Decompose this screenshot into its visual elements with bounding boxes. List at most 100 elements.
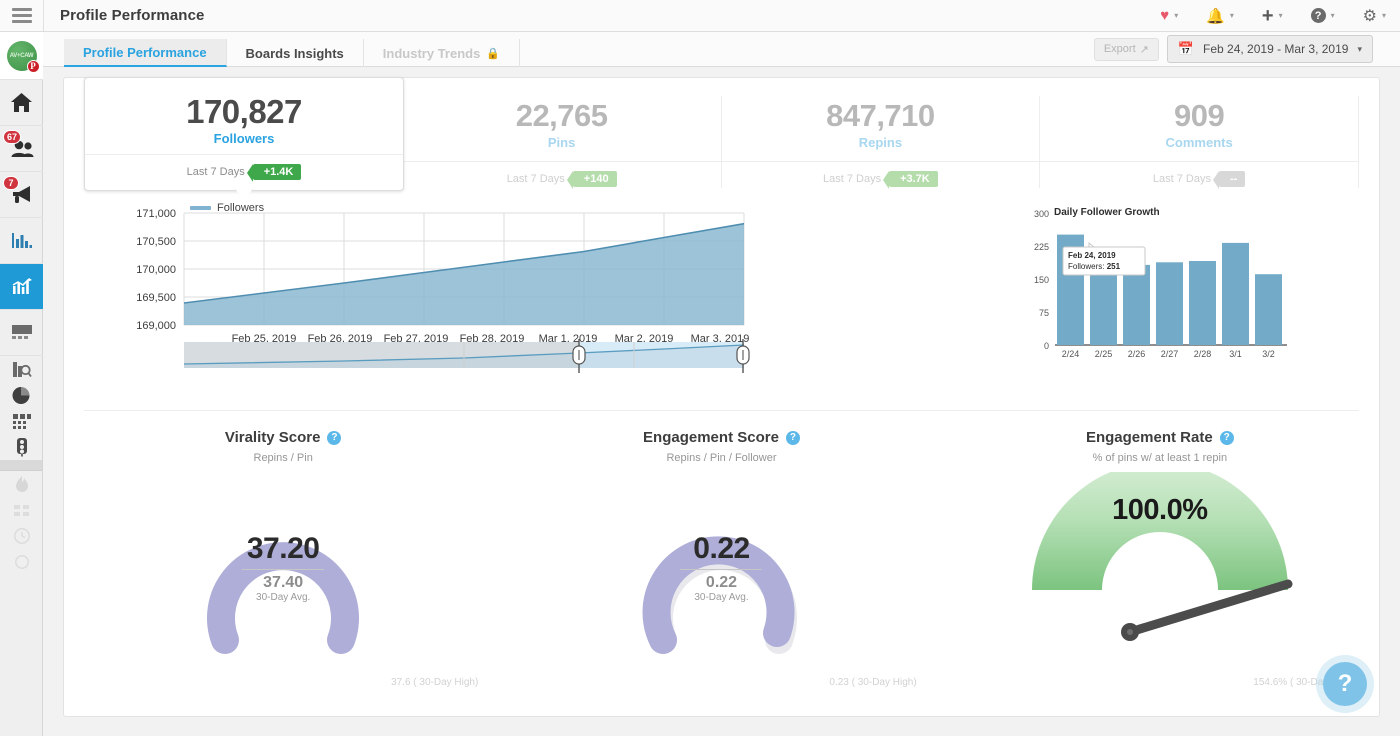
sidebar-divider xyxy=(0,460,42,471)
date-range-label: Feb 24, 2019 - Mar 3, 2019 xyxy=(1203,42,1349,56)
sidebar-item-compare[interactable] xyxy=(0,497,43,523)
page-title: Profile Performance xyxy=(60,7,205,24)
sidebar-item-history[interactable] xyxy=(0,523,43,549)
kpi-value: 170,827 xyxy=(186,93,302,130)
kpi-label: Pins xyxy=(547,135,576,150)
settings-button[interactable]: ⚙ ▾ xyxy=(1349,0,1400,31)
help-button[interactable]: ? ▾ xyxy=(1297,0,1349,31)
circle-icon xyxy=(14,555,29,569)
sidebar-item-promote[interactable]: 7 xyxy=(0,172,43,218)
kpi-card-pins[interactable]: 22,765 Pins Last 7 Days +140 xyxy=(402,96,722,189)
y-tick-label: 150 xyxy=(1034,275,1049,285)
sidebar-item-trending[interactable] xyxy=(0,471,43,497)
kpi-period: Last 7 Days xyxy=(822,173,882,185)
daily-follower-growth-chart[interactable]: Daily Follower Growth 300 225 150 75 0 F… xyxy=(1019,201,1299,361)
tab-boards-insights[interactable]: Boards Insights xyxy=(227,39,364,67)
help-floating-button[interactable]: ? xyxy=(1323,662,1367,706)
x-tick-label: 3/2 xyxy=(1262,349,1275,359)
dashboard-panel: 22,765 Pins Last 7 Days +140 847,710 Rep… xyxy=(63,77,1380,717)
kpi-value: 847,710 xyxy=(826,98,935,133)
chart-range-navigator[interactable] xyxy=(164,338,784,378)
bar-3-2[interactable] xyxy=(1255,274,1282,345)
hamburger-menu-icon[interactable] xyxy=(0,0,44,31)
kpi-card-followers[interactable]: 170,827 Followers Last 7 Days +1.4K xyxy=(84,77,404,199)
gauge-title: Virality Score ? xyxy=(225,429,342,446)
kpi-label: Followers xyxy=(213,131,275,146)
chevron-down-icon: ▾ xyxy=(1381,11,1386,20)
sidebar-item-refresh[interactable] xyxy=(0,549,43,575)
tooltip-title: Feb 24, 2019 xyxy=(1068,251,1116,260)
top-bar-actions: ♥ ▾ 🔔 ▾ + ▾ ? ▾ ⚙ ▾ xyxy=(1146,0,1400,31)
tab-label: Industry Trends xyxy=(382,45,481,61)
gauge-visual: 0.22 0.22 30-Day Avg. xyxy=(502,472,940,657)
traffic-light-icon xyxy=(16,438,27,457)
promote-badge: 7 xyxy=(3,176,19,190)
kpi-footer: Last 7 Days -- xyxy=(1040,161,1358,189)
sidebar-item-reports[interactable] xyxy=(0,218,43,264)
kpi-label: Repins xyxy=(858,135,903,150)
x-tick-label: 3/1 xyxy=(1229,349,1242,359)
sidebar-item-avatar[interactable]: AV+CAW P xyxy=(0,32,43,80)
grid-icon xyxy=(12,413,31,429)
gauge-engagement-rate: Engagement Rate ? % of pins w/ at least … xyxy=(941,429,1379,694)
gauge-subtitle: Repins / Pin xyxy=(253,452,313,464)
left-sidebar: AV+CAW P 67 7 xyxy=(0,32,43,736)
sidebar-item-inspect[interactable] xyxy=(0,356,43,382)
bar-chart-tooltip: Feb 24, 2019 Followers: 251 xyxy=(1062,241,1146,276)
calendar-icon: 📅 xyxy=(1177,41,1195,56)
y-tick-label: 169,500 xyxy=(136,292,176,304)
gauge-divider xyxy=(242,569,325,570)
x-tick-label: 2/26 xyxy=(1128,349,1146,359)
sidebar-item-home[interactable] xyxy=(0,80,43,126)
gauge-readout: 0.22 0.22 30-Day Avg. xyxy=(502,532,940,603)
home-icon xyxy=(11,93,32,112)
date-range-picker[interactable]: 📅 Feb 24, 2019 - Mar 3, 2019 ▾ xyxy=(1166,35,1373,63)
bar-2-26[interactable] xyxy=(1123,264,1150,345)
heart-icon: ♥ xyxy=(1160,7,1170,24)
y-tick-label: 300 xyxy=(1034,209,1049,219)
gauge-divider xyxy=(680,569,763,570)
tab-bar-actions: Export ↗ 📅 Feb 24, 2019 - Mar 3, 2019 ▾ xyxy=(1093,35,1400,66)
y-tick-label: 171,000 xyxy=(136,208,176,220)
question-icon[interactable]: ? xyxy=(327,430,342,445)
kpi-card-repins[interactable]: 847,710 Repins Last 7 Days +3.7K xyxy=(721,96,1041,189)
create-button[interactable]: + ▾ xyxy=(1248,0,1297,31)
gauge-arc xyxy=(1031,472,1288,590)
sidebar-item-grid[interactable] xyxy=(0,408,43,434)
bar-2-25[interactable] xyxy=(1090,266,1117,345)
kpi-delta-badge: +3.7K xyxy=(883,171,938,189)
y-tick-label: 169,000 xyxy=(136,320,176,332)
gauge-value: 0.22 xyxy=(693,532,750,565)
gauge-avg-value: 37.40 xyxy=(263,574,304,591)
gauge-footer: 37.6 ( 30-Day High) xyxy=(391,677,479,688)
kpi-period: Last 7 Days xyxy=(186,166,245,178)
gauge-title-label: Engagement Score xyxy=(643,429,779,446)
bar-chart-icon xyxy=(11,233,32,248)
question-icon: ? xyxy=(1310,8,1326,23)
mini-chart-title: Daily Follower Growth xyxy=(1054,207,1160,218)
gauge-avg-label: 30-Day Avg. xyxy=(694,592,749,603)
gauge-subtitle: % of pins w/ at least 1 repin xyxy=(1092,452,1228,464)
notifications-button[interactable]: 🔔 ▾ xyxy=(1192,0,1248,31)
question-icon[interactable]: ? xyxy=(785,430,800,445)
tab-industry-trends[interactable]: Industry Trends 🔒 xyxy=(364,39,521,67)
sidebar-item-signals[interactable] xyxy=(0,434,43,460)
charts-row: Followers 171,000 170,500 170,000 169,50… xyxy=(84,196,1359,411)
bar-2-28[interactable] xyxy=(1189,261,1216,345)
tab-profile-performance[interactable]: Profile Performance xyxy=(64,39,227,67)
bar-3-1[interactable] xyxy=(1222,242,1249,345)
sidebar-item-audience[interactable]: 67 xyxy=(0,126,43,172)
export-button[interactable]: Export ↗ xyxy=(1093,37,1159,61)
kpi-footer: Last 7 Days +3.7K xyxy=(721,161,1040,189)
sidebar-item-pie[interactable] xyxy=(0,382,43,408)
chevron-down-icon: ▾ xyxy=(1330,11,1335,20)
favorites-button[interactable]: ♥ ▾ xyxy=(1146,0,1192,31)
bar-2-27[interactable] xyxy=(1156,262,1183,345)
plus-icon: + xyxy=(1261,4,1274,27)
sidebar-item-boards[interactable] xyxy=(0,310,43,356)
question-icon[interactable]: ? xyxy=(1219,430,1234,445)
x-tick-label: 2/28 xyxy=(1194,349,1212,359)
gauge-engagement-score: Engagement Score ? Repins / Pin / Follow… xyxy=(502,429,940,694)
sidebar-item-analytics[interactable] xyxy=(0,264,43,310)
kpi-card-comments[interactable]: 909 Comments Last 7 Days -- xyxy=(1040,96,1359,189)
